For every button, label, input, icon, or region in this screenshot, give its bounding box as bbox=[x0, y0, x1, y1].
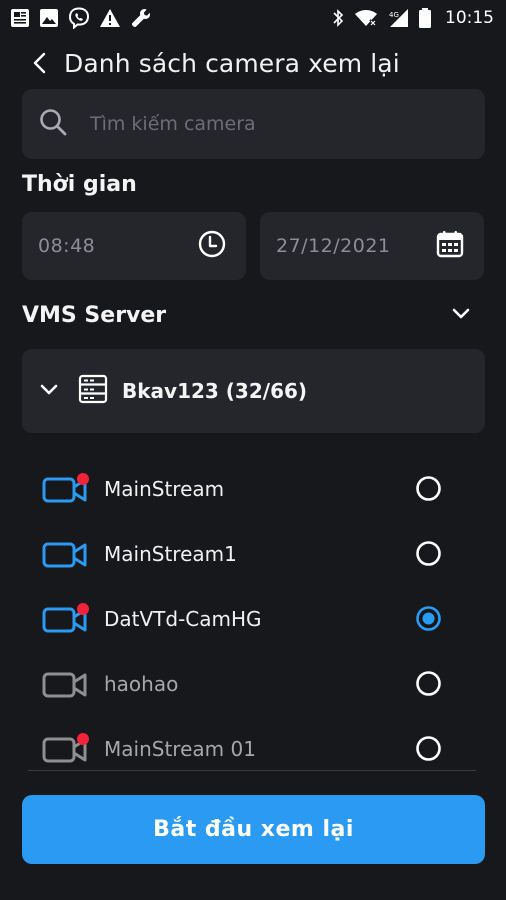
search-box[interactable] bbox=[22, 89, 485, 159]
camera-list: MainStream MainStream1 DatVTd-CamHG haoh… bbox=[22, 456, 485, 781]
chevron-down-icon[interactable] bbox=[38, 382, 60, 401]
server-icon bbox=[78, 374, 108, 408]
radio-button-selected[interactable] bbox=[415, 605, 442, 632]
camera-item[interactable]: haohao bbox=[22, 651, 485, 716]
app-header: Danh sách camera xem lại bbox=[0, 40, 506, 86]
video-camera-icon bbox=[42, 472, 89, 505]
news-icon bbox=[10, 8, 30, 28]
time-field[interactable]: 08:48 bbox=[22, 212, 246, 280]
status-bar-system: 4G 10:15 bbox=[331, 7, 494, 29]
battery-icon bbox=[418, 7, 432, 29]
bluetooth-icon bbox=[331, 8, 345, 28]
calendar-icon bbox=[436, 230, 464, 262]
time-section-label: Thời gian bbox=[22, 172, 137, 197]
start-playback-button[interactable]: Bắt đầu xem lại bbox=[22, 795, 485, 864]
warning-icon bbox=[99, 8, 121, 28]
status-bar-notifications bbox=[10, 7, 152, 29]
radio-button[interactable] bbox=[415, 735, 442, 762]
chevron-down-icon bbox=[451, 306, 471, 325]
search-icon bbox=[38, 107, 68, 141]
chevron-left-icon bbox=[33, 52, 46, 74]
vms-server-toggle[interactable]: VMS Server bbox=[22, 294, 485, 336]
wifi-icon bbox=[354, 8, 378, 28]
server-item[interactable]: Bkav123 (32/66) bbox=[22, 349, 485, 433]
camera-name: MainStream1 bbox=[104, 541, 237, 566]
signal-4g-icon: 4G bbox=[387, 8, 409, 28]
wrench-icon bbox=[130, 7, 152, 29]
page-title: Danh sách camera xem lại bbox=[64, 48, 400, 78]
camera-item[interactable]: DatVTd-CamHG bbox=[22, 586, 485, 651]
video-camera-icon bbox=[42, 538, 88, 570]
server-name: Bkav123 (32/66) bbox=[122, 379, 308, 403]
video-camera-icon bbox=[42, 668, 88, 700]
back-button[interactable] bbox=[32, 45, 56, 81]
list-divider bbox=[28, 770, 476, 771]
clock-icon bbox=[198, 230, 226, 262]
camera-name: haohao bbox=[104, 671, 179, 696]
date-value: 27/12/2021 bbox=[276, 235, 391, 257]
vms-server-label: VMS Server bbox=[22, 302, 167, 328]
status-bar: 4G 10:15 bbox=[0, 0, 506, 36]
radio-button[interactable] bbox=[415, 540, 442, 567]
alert-dot bbox=[77, 732, 89, 745]
radio-button[interactable] bbox=[415, 670, 442, 697]
video-camera-icon bbox=[42, 732, 89, 765]
viber-icon bbox=[68, 7, 90, 29]
image-icon bbox=[39, 8, 59, 28]
time-value: 08:48 bbox=[38, 235, 96, 257]
alert-dot bbox=[77, 602, 89, 615]
video-camera-icon bbox=[42, 602, 89, 635]
search-input[interactable] bbox=[90, 113, 450, 135]
clock: 10:15 bbox=[445, 8, 494, 28]
date-field[interactable]: 27/12/2021 bbox=[260, 212, 484, 280]
camera-item[interactable]: MainStream bbox=[22, 456, 485, 521]
svg-text:4G: 4G bbox=[389, 11, 399, 19]
alert-dot bbox=[77, 472, 89, 485]
camera-name: MainStream bbox=[104, 476, 225, 501]
camera-item[interactable]: MainStream1 bbox=[22, 521, 485, 586]
radio-button[interactable] bbox=[415, 475, 442, 502]
camera-item[interactable]: MainStream 01 bbox=[22, 716, 485, 781]
camera-name: MainStream 01 bbox=[104, 736, 256, 761]
camera-name: DatVTd-CamHG bbox=[104, 606, 262, 631]
